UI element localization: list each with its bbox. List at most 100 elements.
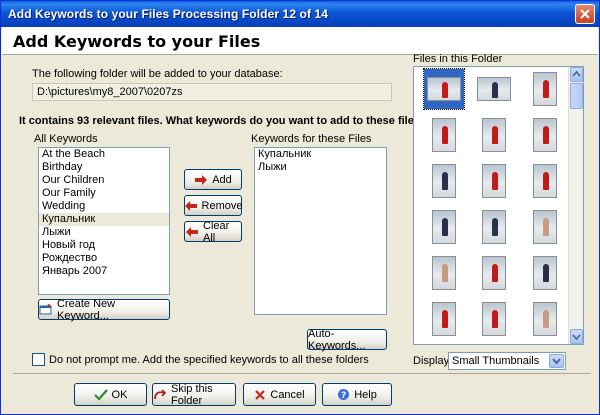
thumbnail[interactable]	[424, 207, 464, 247]
scroll-thumb[interactable]	[570, 83, 583, 109]
person-figure	[543, 172, 549, 190]
cancel-button-label: Cancel	[270, 388, 305, 401]
thumbnail[interactable]	[525, 161, 565, 201]
list-item[interactable]: Our Family	[39, 187, 169, 200]
person-figure	[442, 218, 448, 236]
do-not-prompt-label: Do not prompt me. Add the specified keyw…	[49, 354, 369, 366]
thumbnail[interactable]	[525, 115, 565, 155]
add-button[interactable]: Add	[184, 169, 242, 190]
thumbnail[interactable]	[424, 161, 464, 201]
list-item[interactable]: Лыжи	[39, 226, 169, 239]
person-figure	[442, 264, 448, 282]
clear-all-button-label: Clear All	[203, 219, 230, 244]
photo-image	[427, 77, 461, 101]
list-item[interactable]: Лыжи	[255, 161, 386, 174]
thumbnail[interactable]	[474, 69, 514, 109]
auto-keywords-button[interactable]: Auto-Keywords...	[307, 327, 387, 352]
photo-image	[477, 77, 511, 101]
help-button-label: Help	[354, 388, 377, 401]
arrow-left-icon	[185, 226, 199, 237]
photo-image	[432, 210, 456, 244]
person-figure	[543, 310, 549, 328]
list-item[interactable]: Новый год	[39, 239, 169, 252]
close-button[interactable]	[575, 4, 595, 24]
skip-folder-button[interactable]: Skip this Folder	[152, 382, 236, 407]
photo-image	[482, 256, 506, 290]
auto-keywords-label: Auto-Keywords...	[308, 327, 366, 352]
scroll-up-button[interactable]	[570, 67, 583, 82]
person-figure	[442, 126, 448, 144]
remove-button[interactable]: Remove	[184, 195, 242, 216]
thumbnail[interactable]	[525, 253, 565, 293]
cancel-button[interactable]: Cancel	[243, 383, 316, 406]
folder-prompt: The following folder will be added to yo…	[32, 68, 283, 80]
thumbnail[interactable]	[525, 207, 565, 247]
list-item[interactable]: Январь 2007	[39, 265, 169, 278]
photo-image	[432, 118, 456, 152]
clear-all-button[interactable]: Clear All	[184, 219, 242, 244]
page-title: Add Keywords to your Files	[13, 32, 261, 51]
list-item[interactable]: Our Children	[39, 174, 169, 187]
title-bar[interactable]: Add Keywords to your Files Processing Fo…	[1, 1, 599, 27]
dialog-header: Add Keywords to your Files	[2, 27, 598, 55]
help-button[interactable]: ? Help	[322, 383, 392, 406]
thumbnail[interactable]	[423, 68, 465, 110]
all-keywords-list[interactable]: At the Beach Birthday Our Children Our Fami…	[38, 147, 170, 295]
create-new-keyword-button[interactable]: Create New Keyword...	[38, 298, 170, 322]
photo-image	[482, 118, 506, 152]
thumbnail[interactable]	[474, 299, 514, 339]
display-label: Display:	[413, 355, 453, 367]
display-select[interactable]: Small Thumbnails	[448, 352, 566, 370]
close-icon	[580, 9, 590, 19]
thumbnail[interactable]	[474, 115, 514, 155]
do-not-prompt-checkbox[interactable]	[32, 353, 45, 366]
photo-image	[533, 302, 557, 336]
list-item[interactable]: Wedding	[39, 200, 169, 213]
thumbnail-scrollbar[interactable]	[568, 67, 583, 344]
display-dropdown-button[interactable]	[549, 354, 564, 368]
photo-image	[482, 210, 506, 244]
new-keyword-icon	[39, 303, 53, 316]
window-title: Add Keywords to your Files Processing Fo…	[8, 7, 329, 21]
list-item[interactable]: Купальник	[255, 148, 386, 161]
thumbnail[interactable]	[424, 253, 464, 293]
skip-folder-label: Skip this Folder	[171, 382, 213, 407]
person-figure	[543, 264, 549, 282]
footer-separator	[13, 373, 591, 374]
photo-image	[533, 72, 557, 106]
person-figure	[492, 264, 498, 282]
person-figure	[543, 218, 549, 236]
person-figure	[442, 82, 448, 98]
list-item[interactable]: Рождество	[39, 252, 169, 265]
file-keywords-list[interactable]: Купальник Лыжи	[254, 147, 387, 315]
list-item[interactable]: Birthday	[39, 161, 169, 174]
chevron-down-icon	[552, 358, 561, 365]
thumbnail[interactable]	[474, 161, 514, 201]
question-text: It contains 93 relevant files. What keyw…	[19, 115, 427, 127]
dialog-window: Add Keywords to your Files Processing Fo…	[0, 0, 600, 415]
all-keywords-label: All Keywords	[34, 133, 98, 145]
thumbnail-grid[interactable]	[413, 66, 584, 345]
list-item[interactable]: At the Beach	[39, 148, 169, 161]
photo-image	[533, 210, 557, 244]
thumbnail[interactable]	[474, 207, 514, 247]
arrow-right-icon	[194, 174, 208, 185]
ok-button-label: OK	[111, 388, 128, 401]
list-item[interactable]: Купальник	[39, 213, 169, 226]
scroll-down-button[interactable]	[570, 329, 583, 344]
ok-button[interactable]: OK	[74, 383, 147, 406]
x-icon	[254, 389, 266, 401]
person-figure	[543, 80, 549, 98]
photo-image	[533, 118, 557, 152]
checkmark-icon	[93, 388, 108, 401]
display-select-value: Small Thumbnails	[452, 355, 540, 367]
photo-image	[482, 302, 506, 336]
thumbnail[interactable]	[424, 115, 464, 155]
thumbnail[interactable]	[525, 299, 565, 339]
arrow-left-icon	[184, 200, 198, 211]
thumbnail[interactable]	[424, 299, 464, 339]
thumbnail[interactable]	[525, 69, 565, 109]
thumbnail[interactable]	[474, 253, 514, 293]
person-figure	[543, 126, 549, 144]
person-figure	[492, 126, 498, 144]
